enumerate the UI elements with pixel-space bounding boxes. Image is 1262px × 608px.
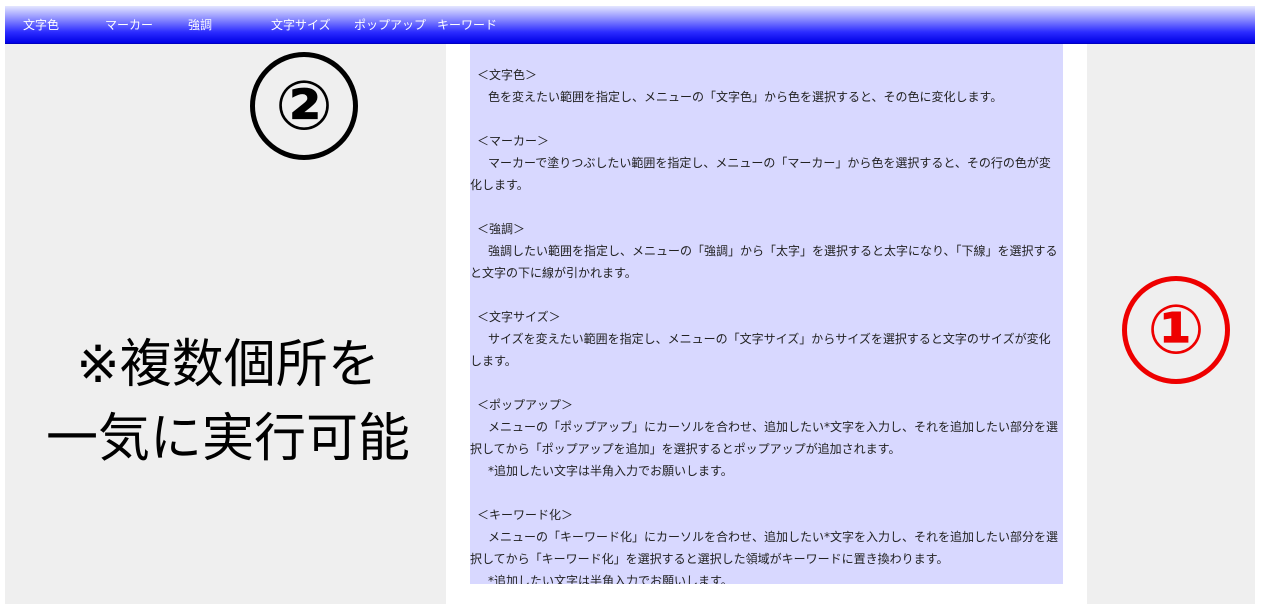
menu-item-marker[interactable]: マーカー [105,16,153,33]
menu-item-keyword[interactable]: キーワード [437,16,497,33]
help-content-area: ＜文字色＞ 色を変えたい範囲を指定し、メニューの「文字色」から色を選択すると、そ… [470,44,1063,584]
annotation-marker-2: ② [250,52,358,160]
editor-page: 文字色 マーカー 強調 文字サイズ ポップアップ キーワード ② ① ※複数個所… [0,0,1262,608]
menu-item-text-size[interactable]: 文字サイズ [271,16,331,33]
section-body-text-color: 色を変えたい範囲を指定し、メニューの「文字色」から色を選択すると、その色に変化し… [488,90,1003,104]
annotation-note-line-2: 一気に実行可能 [45,409,410,469]
menu-bar: 文字色 マーカー 強調 文字サイズ ポップアップ キーワード [5,6,1255,44]
menu-item-text-color[interactable]: 文字色 [23,16,59,33]
section-heading-keyword: ＜キーワード化＞ [477,508,574,522]
section-body-marker: マーカーで塗りつぶしたい範囲を指定し、メニューの「マーカー」から色を選択すると、… [470,156,1051,192]
section-note-popup: *追加したい文字は半角入力でお願いします。 [488,464,733,478]
menu-item-emphasis[interactable]: 強調 [188,16,212,33]
annotation-note: ※複数個所を 一気に実行可能 [8,328,448,476]
section-body-emphasis: 強調したい範囲を指定し、メニューの「強調」から「太字」を選択すると太字になり、「… [470,244,1058,280]
annotation-marker-1: ① [1122,276,1230,384]
section-body-popup: メニューの「ポップアップ」にカーソルを合わせ、追加したい*文字を入力し、それを追… [470,420,1059,456]
section-heading-emphasis: ＜強調＞ [477,222,526,236]
section-note-keyword: *追加したい文字は半角入力でお願いします。 [488,574,733,584]
section-body-keyword: メニューの「キーワード化」にカーソルを合わせ、追加したい*文字を入力し、それを追… [470,530,1059,566]
section-heading-marker: ＜マーカー＞ [477,134,550,148]
help-text: ＜文字色＞ 色を変えたい範囲を指定し、メニューの「文字色」から色を選択すると、そ… [470,44,1063,584]
menu-item-popup[interactable]: ポップアップ [354,16,426,33]
section-heading-text-color: ＜文字色＞ [477,68,538,82]
left-side-panel [5,44,446,604]
section-heading-popup: ＜ポップアップ＞ [477,398,574,412]
section-heading-text-size: ＜文字サイズ＞ [477,310,561,324]
section-body-text-size: サイズを変えたい範囲を指定し、メニューの「文字サイズ」からサイズを選択すると文字… [470,332,1051,368]
annotation-note-line-1: ※複数個所を [76,335,380,395]
